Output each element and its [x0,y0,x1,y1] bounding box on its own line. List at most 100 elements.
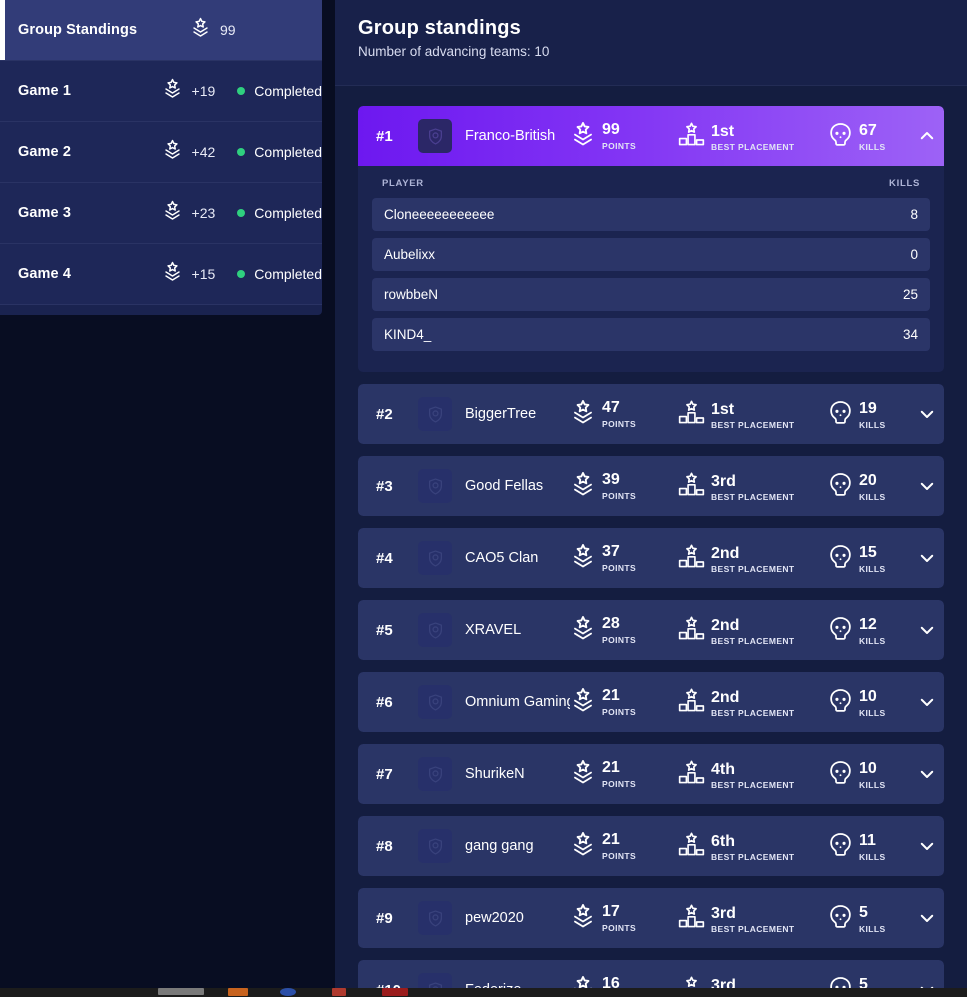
rank-points-icon [570,471,596,502]
place-stat: 3rdBEST PLACEMENT [678,974,828,988]
kills-text: 12 KILLS [859,615,886,646]
kills-value: 20 [859,471,877,489]
place-stat: 1st BEST PLACEMENT [678,120,828,153]
kills-stat: 10 KILLS [828,759,910,790]
skull-icon [828,400,853,430]
kills-value: 10 [859,759,877,777]
points-label: POINTS [602,141,637,151]
points-text: 21 POINTS [602,758,636,789]
chevron-down-icon[interactable] [910,837,944,855]
taskbar-item-2[interactable] [228,988,248,996]
standings-card: #7 ShurikeN 21 POINTS 4th BEST PLACEMENT 1… [358,744,944,804]
kills-value: 10 [859,687,877,705]
standings-card: #6 Omnium Gaming 21 POINTS 2nd BEST PLACEM… [358,672,944,732]
kills-label: KILLS [859,635,886,646]
place-text: 1st BEST PLACEMENT [711,398,795,430]
table-row[interactable]: #4 CAO5 Clan 37 POINTS 2nd BEST PLACEMENT … [358,528,944,588]
table-row[interactable]: #8 gang gang 21 POINTS 6th BEST PLACEMENT … [358,816,944,876]
player-row[interactable]: Aubelixx 0 [372,238,930,271]
taskbar-item-4[interactable] [332,988,346,996]
status-label: Completed [254,83,322,99]
chevron-down-icon[interactable] [910,981,944,988]
rank-points-icon [570,975,596,988]
chevron-down-icon[interactable] [910,909,944,927]
status-badge: Completed [237,83,322,99]
podium-icon [678,975,705,988]
chevron-down-icon[interactable] [910,405,944,423]
place-value: 2nd [711,544,740,562]
kills-text: 11 KILLS [859,831,886,862]
points-label: POINTS [602,635,637,645]
table-row[interactable]: #5 XRAVEL 28 POINTS 2nd BEST PLACEMENT 12 K… [358,600,944,660]
rank-position: #1 [376,127,393,145]
points-stat: 39 POINTS [570,470,678,502]
rank-position: #7 [376,765,393,783]
place-stat: 2nd BEST PLACEMENT [678,542,828,575]
place-label: BEST PLACEMENT [711,707,795,718]
standings-card: #10 Federize 16POINTS 3rdBEST PLACEMENT … [358,960,944,988]
status-label: Completed [254,205,322,221]
chevron-up-icon[interactable] [910,127,944,145]
points-label: POINTS [602,779,637,789]
chevron-down-icon[interactable] [910,477,944,495]
table-row[interactable]: #2 BiggerTree 47 POINTS 1st BEST PLACEMENT… [358,384,944,444]
kills-label: KILLS [859,419,886,430]
chevron-down-icon[interactable] [910,693,944,711]
table-row[interactable]: #7 ShurikeN 21 POINTS 4th BEST PLACEMENT 1… [358,744,944,804]
player-row[interactable]: rowbbeN 25 [372,278,930,311]
player-name: KIND4_ [384,327,432,342]
kills-text: 10 KILLS [859,687,886,718]
place-value: 6th [711,832,735,850]
sidebar-item-game-3[interactable]: Game 3 +23 Completed [0,183,322,244]
chevron-down-icon[interactable] [910,621,944,639]
rank-points-icon [190,17,211,43]
team-crest-icon [418,757,452,791]
rank-position: #2 [376,405,393,423]
points-stat: 17 POINTS [570,902,678,934]
advancing-teams-subtitle: Number of advancing teams: 10 [358,44,550,59]
rank-position: #9 [376,909,393,927]
team-crest-icon [418,901,452,935]
os-taskbar[interactable] [0,988,967,997]
team-name: gang gang [465,838,534,854]
kills-stat: 5KILLS [828,975,910,988]
podium-icon [678,831,705,863]
player-row[interactable]: KIND4_ 34 [372,318,930,351]
taskbar-item-5[interactable] [382,988,408,996]
sidebar-points-value: +42 [191,144,216,160]
points-stat: 47 POINTS [570,398,678,430]
rank-position: #3 [376,477,393,495]
kills-stat: 19 KILLS [828,399,910,430]
standings-panel: Group standings Number of advancing team… [335,0,967,988]
sidebar-points: +19 [162,78,215,104]
table-row[interactable]: #10 Federize 16POINTS 3rdBEST PLACEMENT … [358,960,944,988]
place-value: 2nd [711,688,740,706]
sidebar-item-game-4[interactable]: Game 4 +15 Completed [0,244,322,305]
chevron-down-icon[interactable] [910,549,944,567]
standings-card: #5 XRAVEL 28 POINTS 2nd BEST PLACEMENT 12 K… [358,600,944,660]
player-kills: 25 [902,287,918,302]
table-row[interactable]: #9 pew2020 17 POINTS 3rd BEST PLACEMENT 5 K… [358,888,944,948]
table-row[interactable]: #6 Omnium Gaming 21 POINTS 2nd BEST PLACEM… [358,672,944,732]
sidebar-points: +15 [162,261,215,287]
podium-icon [678,759,705,791]
place-stat: 1st BEST PLACEMENT [678,398,828,431]
sidebar-item-game-2[interactable]: Game 2 +42 Completed [0,122,322,183]
taskbar-item-1[interactable] [158,988,204,995]
sidebar-item-group-standings[interactable]: Group Standings 99 [0,0,322,61]
place-stat: 3rdBEST PLACEMENT [678,902,828,935]
table-row[interactable]: #3 Good Fellas 39 POINTS 3rd BEST PLACEMEN… [358,456,944,516]
player-row[interactable]: Cloneeeeeeeeeee 8 [372,198,930,231]
rank-points-icon [570,831,596,862]
status-badge: Completed [237,144,322,160]
place-label: BEST PLACEMENT [711,635,795,646]
rank-points-icon [570,903,596,934]
chevron-down-icon[interactable] [910,765,944,783]
sidebar-item-game-1[interactable]: Game 1 +19 Completed [0,61,322,122]
place-label: BEST PLACEMENT [711,141,795,152]
team-name: Omnium Gaming [465,694,570,710]
table-row[interactable]: #1 Franco-British 99 POINTS 1st BEST PLACE… [358,106,944,166]
points-text: 17 POINTS [602,902,636,933]
taskbar-item-3[interactable] [280,988,296,996]
sidebar-points-value: 99 [220,22,236,38]
